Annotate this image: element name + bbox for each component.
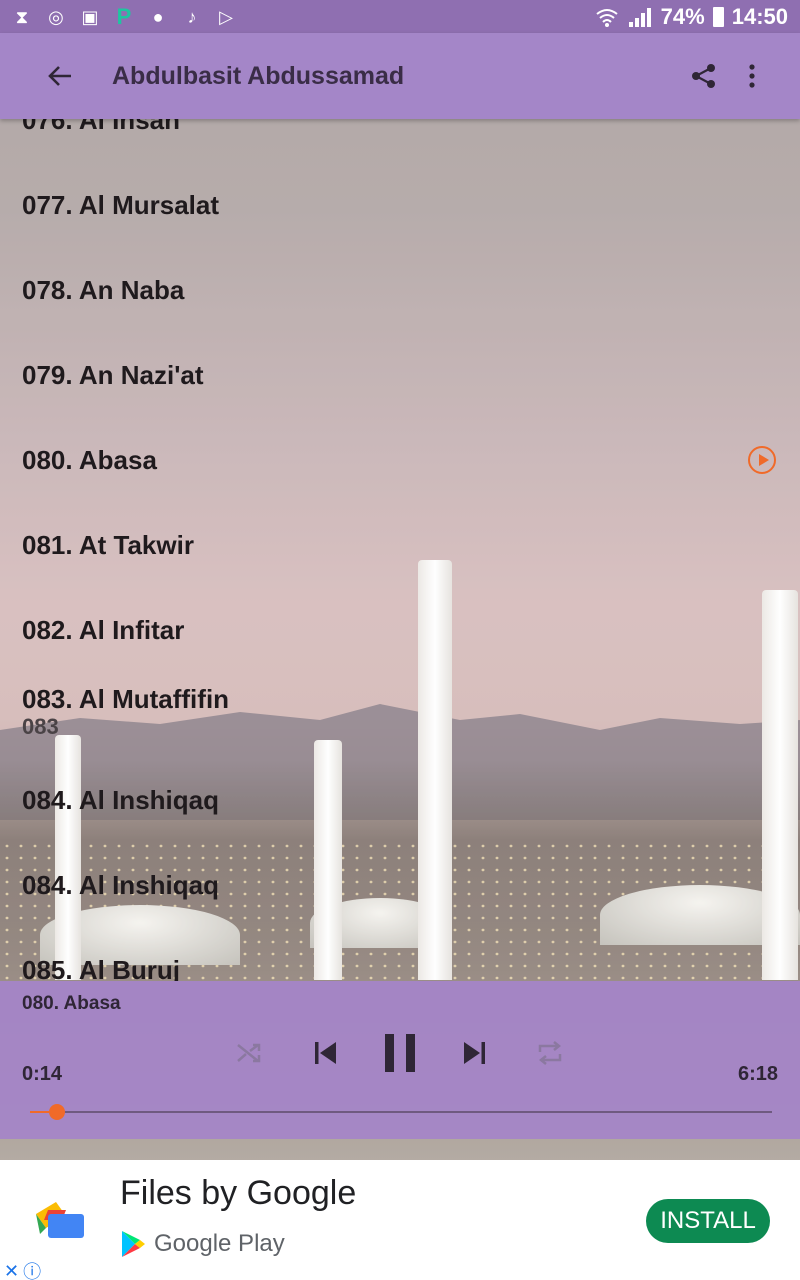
info-icon[interactable]: ⓘ	[23, 1258, 41, 1280]
google-play-icon	[122, 1231, 145, 1257]
back-button[interactable]	[32, 48, 88, 104]
list-item[interactable]: 077. Al Mursalat	[0, 172, 800, 257]
track-title: 079. An Nazi'at	[22, 360, 204, 390]
ad-title: Files by Google	[120, 1174, 357, 1212]
list-item[interactable]: 084. Al Inshiqaq	[0, 767, 800, 852]
list-item[interactable]: 083. Al Mutaffifin 083	[0, 682, 800, 767]
arrow-back-icon	[48, 66, 71, 86]
track-title: 081. At Takwir	[22, 530, 194, 560]
skip-next-icon	[464, 1042, 485, 1064]
p-app-icon: P	[116, 3, 132, 29]
battery-icon	[712, 6, 724, 27]
hourglass-icon: ⧗	[15, 6, 29, 27]
signal-icon	[628, 7, 651, 27]
track-title: 082. Al Infitar	[22, 615, 185, 645]
notification-icons: ⧗ ◎ ▣ P ● ♪ ▷	[12, 3, 236, 29]
play-store-icon: ▷	[219, 6, 233, 27]
current-time: 0:14	[22, 1063, 63, 1085]
track-title: 077. Al Mursalat	[22, 190, 220, 220]
track-title: 084. Al Inshiqaq	[22, 870, 219, 900]
pause-icon	[385, 1034, 415, 1072]
music-icon: ♪	[187, 6, 197, 27]
track-title: 085. Al Buruj	[22, 955, 180, 981]
list-item[interactable]: 084. Al Inshiqaq	[0, 852, 800, 937]
app-bar: Abdulbasit Abdussamad	[0, 33, 800, 119]
ad-store-label: Google Play	[154, 1230, 285, 1257]
list-item[interactable]: 082. Al Infitar	[0, 597, 800, 682]
messenger-icon: ●	[152, 6, 164, 27]
repeat-button[interactable]	[530, 1033, 570, 1073]
skip-previous-icon	[315, 1042, 336, 1064]
share-button[interactable]	[680, 48, 728, 104]
play-circle-icon[interactable]	[748, 446, 776, 474]
ad-store: Google Play	[120, 1230, 285, 1258]
list-item[interactable]: 076. Al Insan	[0, 119, 800, 172]
seek-thumb[interactable]	[49, 1104, 66, 1120]
track-title: 076. Al Insan	[22, 119, 180, 135]
close-icon[interactable]: ✕	[4, 1261, 19, 1280]
ad-banner[interactable]: Files by Google Google Play INSTALL ✕ ⓘ	[0, 1160, 800, 1280]
track-title: 083. Al Mutaffifin	[22, 684, 230, 714]
image-icon: ▣	[81, 6, 99, 27]
next-button[interactable]	[455, 1033, 495, 1073]
files-app-logo	[36, 1202, 84, 1238]
more-vert-icon	[749, 64, 755, 88]
seek-bar[interactable]	[30, 1104, 772, 1120]
pause-button[interactable]	[380, 1033, 420, 1073]
list-item[interactable]: 085. Al Buruj	[0, 937, 800, 981]
now-playing-title: 080. Abasa	[22, 993, 121, 1014]
list-item[interactable]: 078. An Naba	[0, 257, 800, 342]
system-status: 74% 14:50	[595, 4, 788, 30]
list-item[interactable]: 080. Abasa	[0, 427, 800, 512]
ad-close[interactable]: ✕ ⓘ	[4, 1258, 41, 1280]
previous-button[interactable]	[305, 1033, 345, 1073]
clock: 14:50	[731, 3, 788, 29]
duration: 6:18	[737, 1063, 778, 1085]
track-subtitle: 083	[22, 714, 59, 739]
install-button[interactable]: INSTALL	[646, 1199, 770, 1243]
shuffle-button[interactable]	[230, 1033, 270, 1073]
track-title: 078. An Naba	[22, 275, 185, 305]
battery-percent: 74%	[660, 3, 705, 29]
track-list: 076. Al Insan 077. Al Mursalat 078. An N…	[0, 119, 800, 981]
more-options-button[interactable]	[728, 48, 776, 104]
shuffle-icon	[237, 1043, 261, 1063]
wifi-icon	[596, 8, 618, 27]
share-icon	[692, 64, 715, 88]
track-title: 080. Abasa	[22, 445, 157, 475]
list-item[interactable]: 079. An Nazi'at	[0, 342, 800, 427]
page-title: Abdulbasit Abdussamad	[112, 61, 405, 90]
list-item[interactable]: 081. At Takwir	[0, 512, 800, 597]
repeat-icon	[538, 1041, 562, 1065]
track-title: 084. Al Inshiqaq	[22, 785, 219, 815]
sync-icon: ◎	[48, 6, 64, 27]
status-bar: ⧗ ◎ ▣ P ● ♪ ▷ 74% 14:50	[0, 0, 800, 33]
media-player: 080. Abasa 0:14 6:18	[0, 981, 800, 1139]
